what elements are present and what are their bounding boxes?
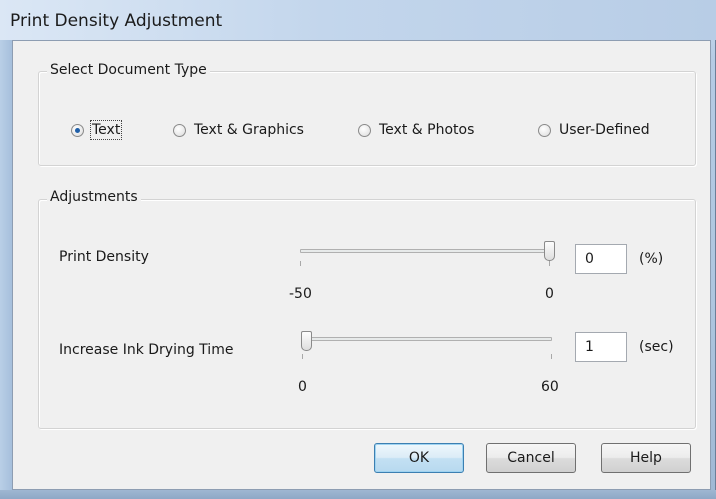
drying-time-max-label: 60 [541, 379, 559, 395]
print-density-track[interactable] [300, 249, 550, 253]
radio-text[interactable]: Text [71, 120, 123, 140]
drying-time-value-field[interactable]: 1 [575, 332, 627, 362]
dialog-client-area: Select Document Type Text Text & Graphic… [12, 40, 711, 490]
document-type-legend: Select Document Type [47, 62, 210, 78]
cancel-button[interactable]: Cancel [486, 443, 576, 473]
dialog-title: Print Density Adjustment [10, 11, 223, 31]
print-density-min-label: -50 [289, 286, 312, 302]
document-type-group [38, 71, 696, 166]
print-density-label: Print Density [59, 249, 149, 265]
radio-text-photos-button[interactable] [358, 123, 371, 137]
drying-time-unit: (sec) [639, 339, 674, 355]
ok-button[interactable]: OK [374, 443, 464, 473]
drying-time-min-label: 0 [298, 379, 307, 395]
print-density-value-field[interactable]: 0 [575, 244, 627, 274]
radio-user-defined-button[interactable] [538, 123, 551, 137]
radio-text-button[interactable] [71, 123, 84, 137]
print-density-max-label: 0 [545, 286, 554, 302]
drying-time-tick-min [302, 354, 303, 359]
drying-time-label: Increase Ink Drying Time [59, 342, 234, 358]
drying-time-tick-max [551, 354, 552, 359]
adjustments-legend: Adjustments [47, 189, 141, 205]
radio-text-graphics-label: Text & Graphics [194, 122, 304, 138]
drying-time-slider-thumb[interactable] [301, 331, 312, 351]
print-density-tick-min [300, 261, 301, 266]
print-density-unit: (%) [639, 251, 664, 267]
radio-text-label: Text [89, 120, 123, 140]
radio-user-defined-label: User-Defined [559, 122, 650, 138]
radio-text-graphics[interactable]: Text & Graphics [173, 122, 304, 138]
window-border-left [0, 40, 12, 499]
radio-text-graphics-button[interactable] [173, 123, 186, 137]
drying-time-track[interactable] [302, 337, 552, 341]
title-bar[interactable]: Print Density Adjustment [0, 0, 716, 40]
radio-text-photos-label: Text & Photos [379, 122, 475, 138]
help-button[interactable]: Help [601, 443, 691, 473]
adjustments-group [38, 199, 696, 429]
radio-text-photos[interactable]: Text & Photos [358, 122, 474, 138]
print-density-slider-thumb[interactable] [544, 241, 555, 261]
print-density-tick-max [549, 261, 550, 266]
radio-user-defined[interactable]: User-Defined [538, 122, 650, 138]
window-border-bottom [0, 490, 716, 499]
